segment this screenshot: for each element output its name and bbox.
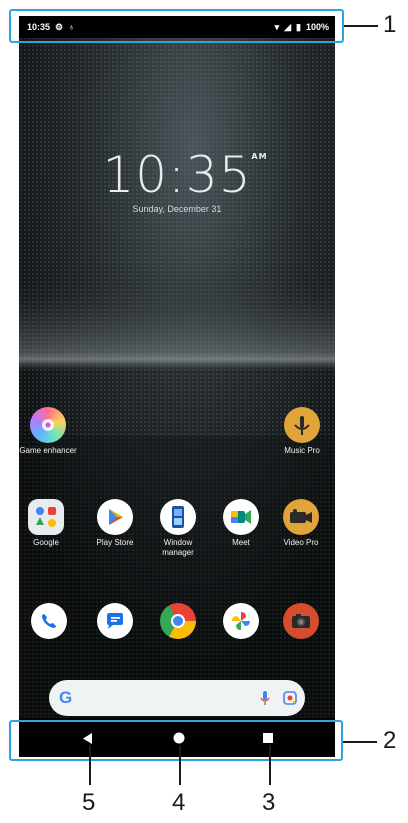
callout-line-4 (179, 745, 181, 785)
app-game-enhancer[interactable]: Game enhancer (19, 407, 79, 456)
dock-photos[interactable] (210, 603, 272, 642)
clock-ampm: AM (251, 152, 268, 161)
screenshot-canvas: 10:35 ⚙ ♁ ▾ ◢ ▮ 100% 10:35 AM Sunday, De… (0, 0, 408, 823)
google-logo: G (59, 688, 73, 707)
lens-icon[interactable] (282, 690, 298, 706)
app-label: Game enhancer (19, 446, 77, 455)
app-window-manager[interactable]: Window manager (147, 499, 209, 558)
google-search-bar[interactable]: G (49, 680, 305, 716)
app-label: Window manager (162, 538, 194, 557)
callout-line-2 (343, 741, 377, 743)
app-play-store[interactable]: Play Store (84, 499, 146, 548)
callout-number-2: 2 (383, 727, 397, 754)
messages-icon (97, 603, 133, 639)
dock-phone[interactable] (19, 603, 80, 642)
camera-icon (283, 603, 319, 639)
callout-number-5: 5 (82, 789, 96, 816)
callout-number-3: 3 (262, 789, 276, 816)
app-label: Play Store (96, 538, 134, 547)
callout-line-5 (89, 745, 91, 785)
photos-icon (223, 603, 259, 639)
dock-camera[interactable] (270, 603, 332, 642)
callout-box-status-bar (9, 9, 344, 43)
callout-line-1 (344, 25, 378, 27)
app-google-folder[interactable]: Google (19, 499, 77, 548)
phone-screen: 10:35 ⚙ ♁ ▾ ◢ ▮ 100% 10:35 AM Sunday, De… (19, 16, 335, 757)
video-pro-icon (283, 499, 319, 535)
app-label: Meet (232, 538, 250, 547)
callout-line-3 (269, 745, 271, 785)
chrome-icon (160, 603, 196, 639)
game-enhancer-icon (30, 407, 66, 443)
app-music-pro[interactable]: Music Pro (271, 407, 333, 456)
clock-date: Sunday, December 31 (132, 204, 222, 214)
app-meet[interactable]: Meet (210, 499, 272, 548)
dock-chrome[interactable] (147, 603, 209, 642)
phone-icon (31, 603, 67, 639)
app-label: Video Pro (283, 538, 319, 547)
window-manager-icon (160, 499, 196, 535)
app-label: Music Pro (284, 446, 320, 455)
app-video-pro[interactable]: Video Pro (270, 499, 332, 548)
app-label: Google (33, 538, 59, 547)
play-store-icon (97, 499, 133, 535)
clock-widget[interactable]: 10:35 AM Sunday, December 31 (19, 146, 335, 214)
meet-icon (223, 499, 259, 535)
mic-icon[interactable] (259, 690, 271, 706)
music-pro-icon (284, 407, 320, 443)
dock-messages[interactable] (84, 603, 146, 642)
callout-number-4: 4 (172, 789, 186, 816)
clock-time: 10:35 (102, 146, 252, 204)
callout-box-navigation-bar (9, 720, 343, 761)
wallpaper (19, 16, 335, 757)
callout-number-1: 1 (383, 11, 397, 38)
google-folder-icon (28, 499, 64, 535)
